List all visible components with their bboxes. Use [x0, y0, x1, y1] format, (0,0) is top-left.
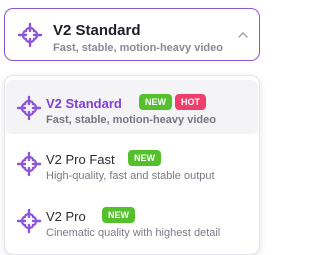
option-v2-standard[interactable]: V2 Standard NEW HOT Fast, stable, motion… [6, 80, 258, 134]
option-title: V2 Standard [46, 96, 122, 111]
plus-swirl-icon [16, 95, 42, 121]
model-dropdown-menu: V2 Standard NEW HOT Fast, stable, motion… [4, 75, 260, 255]
new-badge: NEW [102, 207, 135, 223]
option-v2-pro-fast[interactable]: V2 Pro Fast NEW High-quality, fast and s… [6, 136, 258, 190]
plus-swirl-icon [16, 208, 42, 234]
option-v2-pro[interactable]: V2 Pro NEW Cinematic quality with highes… [6, 193, 258, 247]
option-title: V2 Pro [46, 209, 86, 224]
model-select[interactable]: V2 Standard Fast, stable, motion-heavy v… [4, 8, 260, 61]
plus-swirl-icon [17, 22, 43, 48]
plus-swirl-icon [16, 151, 42, 177]
option-title: V2 Pro Fast [46, 152, 115, 167]
selected-model-subtitle: Fast, stable, motion-heavy video [53, 42, 223, 54]
option-subtitle: Cinematic quality with highest detail [46, 227, 221, 239]
option-subtitle: High-quality, fast and stable output [46, 170, 215, 182]
new-badge: NEW [128, 150, 161, 166]
option-subtitle: Fast, stable, motion-heavy video [46, 114, 216, 126]
new-badge: NEW [139, 94, 172, 110]
selected-model-title: V2 Standard [53, 22, 141, 39]
hot-badge: HOT [175, 94, 206, 110]
chevron-up-icon [237, 29, 249, 41]
